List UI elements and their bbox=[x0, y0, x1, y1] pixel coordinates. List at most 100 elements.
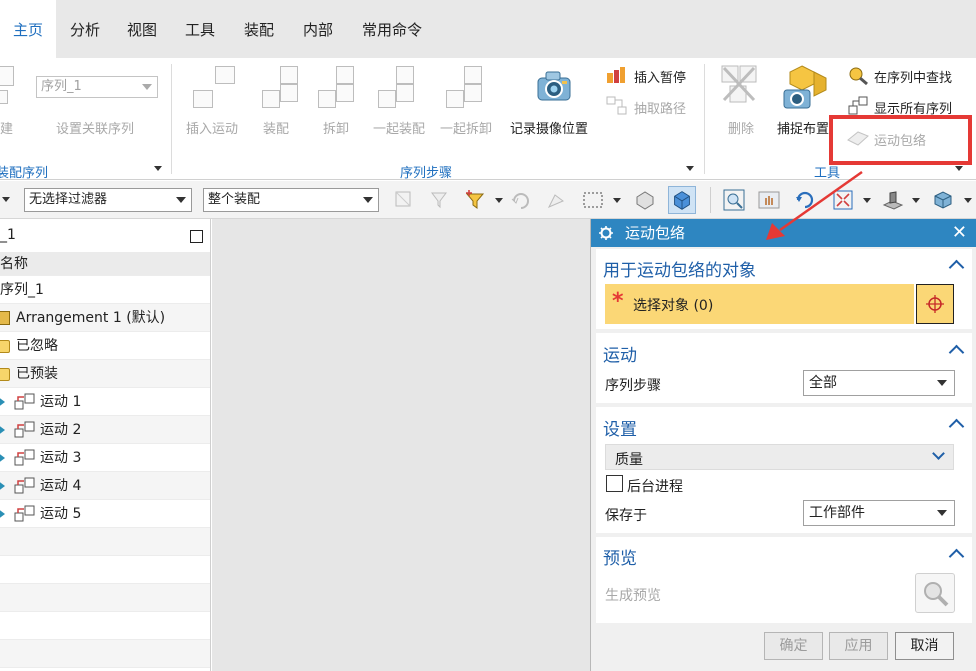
tab-analysis[interactable]: 分析 bbox=[58, 0, 112, 58]
tree-row-empty bbox=[0, 556, 210, 584]
select-bodies-icon[interactable] bbox=[668, 186, 696, 214]
insert-pause-button[interactable]: 插入暂停 bbox=[634, 67, 686, 86]
zoom-fit-icon[interactable] bbox=[723, 189, 745, 211]
filter-dropdown-icon[interactable] bbox=[495, 198, 503, 203]
set-related-sequence-button[interactable]: 设置关联序列 bbox=[56, 118, 134, 137]
render-style-dropdown-icon[interactable] bbox=[912, 198, 920, 203]
select-components-icon[interactable] bbox=[634, 189, 656, 211]
tab-tools[interactable]: 工具 bbox=[173, 0, 227, 58]
motion-arrow-icon bbox=[0, 396, 5, 408]
tree-row-preassembled[interactable]: 已预装 bbox=[0, 360, 210, 388]
generate-preview-label: 生成预览 bbox=[605, 588, 661, 604]
pan-icon[interactable] bbox=[758, 189, 780, 211]
shaded-view-icon[interactable] bbox=[932, 189, 954, 211]
sequence-steps-combo[interactable]: 全部 bbox=[803, 370, 955, 396]
rectangle-select-icon[interactable] bbox=[582, 189, 604, 211]
delete-icon bbox=[721, 65, 757, 103]
preview-section: 预览 生成预览 bbox=[596, 537, 972, 623]
select-object-label: 选择对象 (0) bbox=[633, 298, 714, 314]
new-sequence-button[interactable]: 建 bbox=[0, 118, 13, 137]
rotate-select-icon[interactable] bbox=[510, 189, 532, 211]
snap-filter-icon[interactable] bbox=[428, 189, 450, 211]
settings-section-header: 设置 bbox=[603, 420, 637, 440]
face-select-icon[interactable] bbox=[545, 189, 567, 211]
motion-step-icon bbox=[14, 449, 35, 466]
camera-icon bbox=[537, 71, 571, 101]
find-in-sequence-button[interactable]: 在序列中查找 bbox=[874, 67, 952, 86]
assemble-together-button[interactable]: 一起装配 bbox=[373, 118, 425, 137]
collapse-preview-icon[interactable] bbox=[948, 548, 965, 565]
dialog-title-bar[interactable]: 运动包络 ✕ bbox=[591, 219, 976, 247]
cancel-button[interactable]: 取消 bbox=[895, 632, 954, 660]
shaded-view-dropdown-icon[interactable] bbox=[964, 198, 972, 203]
expand-quality-icon[interactable] bbox=[932, 447, 945, 460]
capture-layout-button[interactable]: 捕捉布置 bbox=[777, 118, 829, 137]
collapse-settings-icon[interactable] bbox=[948, 418, 965, 435]
motion-arrow-icon bbox=[0, 508, 5, 520]
tree-row-arrangement[interactable]: Arrangement 1 (默认) bbox=[0, 304, 210, 332]
menu-dropdown-icon[interactable] bbox=[2, 197, 10, 202]
tab-view[interactable]: 视图 bbox=[115, 0, 169, 58]
select-object-button[interactable] bbox=[916, 284, 954, 324]
dialog-title: 运动包络 bbox=[625, 224, 686, 242]
save-in-combo[interactable]: 工作部件 bbox=[803, 500, 955, 526]
crosshair-icon bbox=[926, 295, 944, 313]
selection-scope-combo[interactable]: 整个装配 bbox=[203, 188, 379, 212]
collapse-objects-icon[interactable] bbox=[948, 259, 965, 276]
extract-path-button[interactable]: 抽取路径 bbox=[634, 98, 686, 117]
background-process-checkbox[interactable] bbox=[606, 475, 623, 492]
tree-row-motion-3[interactable]: 运动 3 bbox=[0, 444, 210, 472]
fit-view-dropdown-icon[interactable] bbox=[863, 198, 871, 203]
quality-label: 质量 bbox=[615, 452, 643, 468]
tree-row-motion-5[interactable]: 运动 5 bbox=[0, 500, 210, 528]
tree-row-motion-1[interactable]: 运动 1 bbox=[0, 388, 210, 416]
disassemble-together-button[interactable]: 一起拆卸 bbox=[440, 118, 492, 137]
tab-internal[interactable]: 内部 bbox=[290, 0, 346, 58]
graphics-window[interactable] bbox=[212, 219, 590, 671]
selection-filter-value: 无选择过滤器 bbox=[29, 192, 108, 207]
tab-common-commands[interactable]: 常用命令 bbox=[350, 0, 434, 58]
show-all-sequences-icon bbox=[848, 96, 868, 115]
tree-row-empty bbox=[0, 528, 210, 556]
tab-assembly[interactable]: 装配 bbox=[231, 0, 287, 58]
rotate-view-icon[interactable] bbox=[794, 189, 816, 211]
insert-motion-button[interactable]: 插入运动 bbox=[186, 118, 238, 137]
sequence-steps-value: 全部 bbox=[809, 375, 837, 391]
tree-row-motion-2[interactable]: 运动 2 bbox=[0, 416, 210, 444]
type-filter-icon[interactable] bbox=[393, 189, 415, 211]
quality-subsection[interactable]: 质量 bbox=[605, 444, 954, 470]
apply-button[interactable]: 应用 bbox=[829, 632, 888, 660]
collapse-motion-icon[interactable] bbox=[948, 344, 965, 361]
filter-star-icon[interactable] bbox=[464, 189, 486, 211]
group-label-sequence-steps: 序列步骤 bbox=[400, 166, 453, 181]
assemble-button[interactable]: 装配 bbox=[263, 118, 289, 137]
ok-button[interactable]: 确定 bbox=[764, 632, 823, 660]
sequence-combo[interactable]: 序列_1 bbox=[36, 76, 158, 98]
tree-row-ignored[interactable]: 已忽略 bbox=[0, 332, 210, 360]
rectangle-select-dropdown-icon[interactable] bbox=[613, 198, 621, 203]
close-icon[interactable]: ✕ bbox=[952, 219, 967, 247]
motion-arrow-icon bbox=[0, 452, 5, 464]
delete-button[interactable]: 删除 bbox=[728, 118, 754, 137]
tree-row-label: 运动 4 bbox=[40, 478, 82, 494]
column-header[interactable]: 名称 bbox=[0, 252, 210, 276]
select-object-row[interactable]: * 选择对象 (0) bbox=[605, 284, 914, 324]
tree-row-sequence[interactable]: 序列_1 bbox=[0, 276, 210, 304]
group-expand-icon[interactable] bbox=[955, 166, 963, 171]
tree-row-motion-4[interactable]: 运动 4 bbox=[0, 472, 210, 500]
capture-layout-icon bbox=[783, 65, 827, 109]
group-expand-icon[interactable] bbox=[686, 166, 694, 171]
disassemble-button[interactable]: 拆卸 bbox=[323, 118, 349, 137]
settings-section: 设置 质量 后台进程 保存于 工作部件 bbox=[596, 407, 972, 533]
tab-home[interactable]: 主页 bbox=[0, 0, 56, 58]
selection-filter-combo[interactable]: 无选择过滤器 bbox=[24, 188, 192, 212]
tree-row-label: 运动 3 bbox=[40, 450, 82, 466]
motion-step-icon bbox=[14, 477, 35, 494]
maximize-icon[interactable] bbox=[190, 230, 203, 243]
render-style-icon[interactable] bbox=[882, 189, 904, 211]
record-camera-position-button[interactable]: 记录摄像位置 bbox=[510, 118, 588, 137]
fit-view-icon[interactable] bbox=[832, 189, 854, 211]
group-expand-icon[interactable] bbox=[154, 166, 162, 171]
generate-preview-button[interactable] bbox=[915, 573, 955, 613]
save-in-value: 工作部件 bbox=[809, 505, 865, 521]
